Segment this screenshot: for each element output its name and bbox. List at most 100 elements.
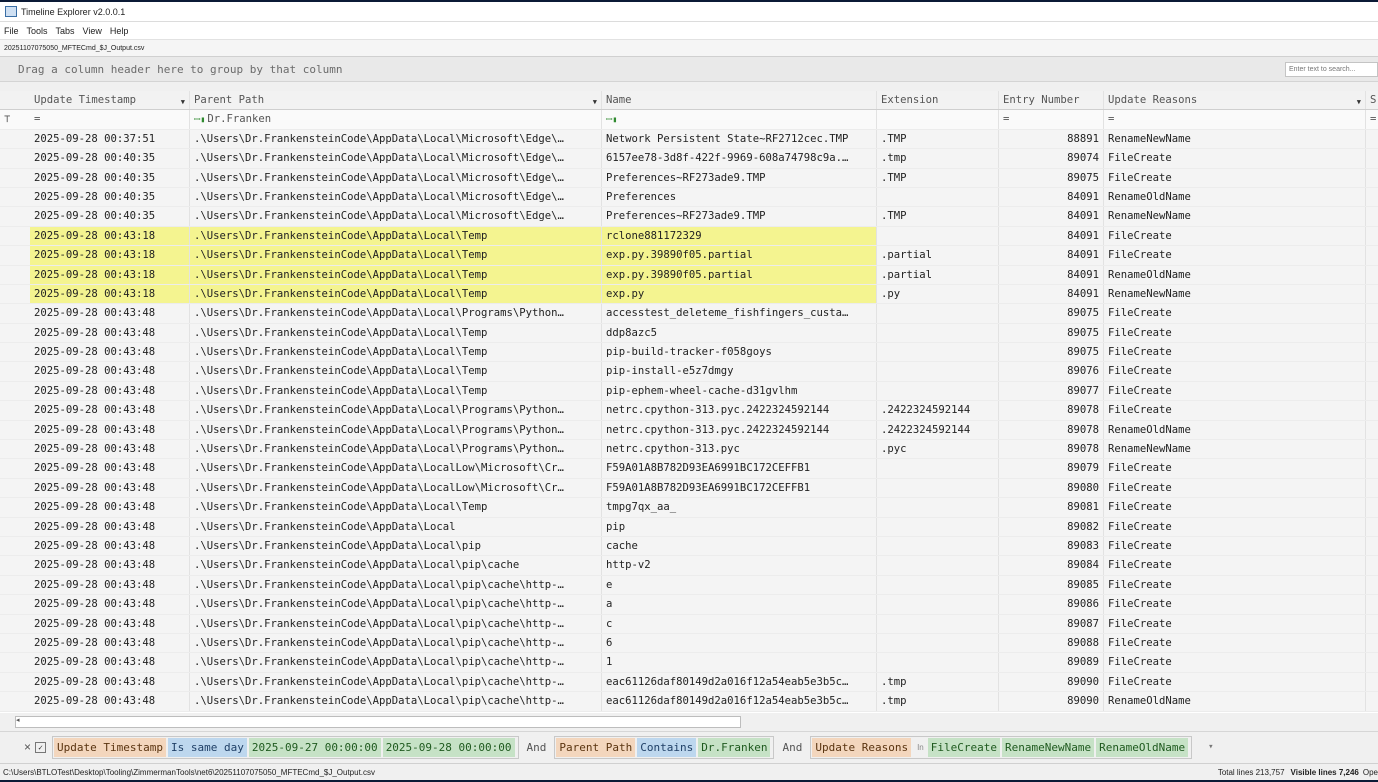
cell-extension[interactable] [877, 362, 999, 381]
cell-extension[interactable] [877, 595, 999, 614]
cell-name[interactable]: Preferences~RF273ade9.TMP [602, 207, 877, 226]
cell-extension[interactable] [877, 575, 999, 595]
cell-entry-number[interactable]: 89081 [999, 498, 1104, 517]
table-row[interactable]: 2025-09-28 00:43:48 .\Users\Dr.Frankenste… [0, 401, 1378, 421]
cell-timestamp[interactable]: 2025-09-28 00:43:48 [30, 653, 190, 672]
row-indicator[interactable] [0, 207, 30, 225]
filter-and-operator[interactable]: And [782, 741, 802, 754]
cell-name[interactable]: exp.py.39890f05.partial [602, 246, 877, 265]
cell-update-reasons[interactable]: FileCreate [1104, 343, 1366, 362]
cell-partial[interactable] [1366, 324, 1378, 342]
cell-extension[interactable]: .tmp [877, 692, 999, 711]
cell-partial[interactable] [1366, 576, 1378, 594]
filter-condition-update-reasons[interactable]: Update Reasons In FileCreate RenameNewNa… [810, 735, 1193, 759]
row-indicator[interactable] [0, 169, 30, 187]
row-indicator[interactable] [0, 149, 30, 167]
cell-parent-path[interactable]: .\Users\Dr.FrankensteinCode\AppData\Loca… [190, 536, 602, 556]
cell-entry-number[interactable]: 84091 [999, 187, 1104, 207]
cell-name[interactable]: netrc.cpython-313.pyc [602, 440, 877, 459]
cell-entry-number[interactable]: 89085 [999, 575, 1104, 595]
cell-timestamp[interactable]: 2025-09-28 00:43:48 [30, 556, 190, 575]
cell-update-reasons[interactable]: FileCreate [1104, 246, 1366, 265]
cell-update-reasons[interactable]: FileCreate [1104, 304, 1366, 323]
table-row[interactable]: 2025-09-28 00:43:48 .\Users\Dr.Frankenste… [0, 304, 1378, 324]
table-row[interactable]: 2025-09-28 00:40:35 .\Users\Dr.Frankenste… [0, 187, 1378, 208]
cell-partial[interactable] [1366, 556, 1378, 574]
cell-entry-number[interactable]: 89077 [999, 381, 1104, 401]
cell-extension[interactable] [877, 556, 999, 575]
cell-parent-path[interactable]: .\Users\Dr.FrankensteinCode\AppData\Loca… [190, 129, 602, 149]
cell-update-reasons[interactable]: FileCreate [1104, 653, 1366, 672]
filter-condition-parent-path[interactable]: Parent Path Contains Dr.Franken [554, 735, 775, 759]
cell-name[interactable]: accesstest_deleteme_fishfingers_custa… [602, 304, 877, 323]
row-indicator[interactable] [0, 130, 30, 148]
filter-value[interactable]: RenameNewName [1001, 737, 1095, 757]
cell-entry-number[interactable]: 89089 [999, 653, 1104, 672]
cell-timestamp[interactable]: 2025-09-28 00:43:48 [30, 401, 190, 420]
cell-name[interactable]: netrc.cpython-313.pyc.2422324592144 [602, 420, 877, 440]
cell-update-reasons[interactable]: FileCreate [1104, 517, 1366, 536]
cell-name[interactable]: 6157ee78-3d8f-422f-9969-608a74798c9a.… [602, 149, 877, 168]
cell-partial[interactable] [1366, 537, 1378, 555]
table-row[interactable]: 2025-09-28 00:43:48 .\Users\Dr.Frankenste… [0, 498, 1378, 518]
cell-parent-path[interactable]: .\Users\Dr.FrankensteinCode\AppData\Loca… [190, 284, 602, 304]
cell-update-reasons[interactable]: FileCreate [1104, 556, 1366, 575]
cell-extension[interactable] [877, 498, 999, 517]
cell-extension[interactable] [877, 304, 999, 323]
cell-timestamp[interactable]: 2025-09-28 00:40:35 [30, 207, 190, 226]
filter-field[interactable]: Update Reasons [812, 737, 912, 757]
cell-name[interactable]: netrc.cpython-313.pyc.2422324592144 [602, 401, 877, 420]
column-header-parent-path[interactable]: Parent Path ▼ [190, 91, 602, 110]
table-row[interactable]: 2025-09-28 00:43:48 .\Users\Dr.Frankenste… [0, 459, 1378, 479]
cell-timestamp[interactable]: 2025-09-28 00:40:35 [30, 187, 190, 207]
cell-entry-number[interactable]: 89078 [999, 440, 1104, 459]
cell-update-reasons[interactable]: FileCreate [1104, 168, 1366, 187]
cell-update-reasons[interactable]: FileCreate [1104, 633, 1366, 653]
cell-parent-path[interactable]: .\Users\Dr.FrankensteinCode\AppData\Loca… [190, 459, 602, 478]
cell-entry-number[interactable]: 89090 [999, 672, 1104, 692]
cell-name[interactable]: F59A01A8B782D93EA6991BC172CEFFB1 [602, 478, 877, 498]
row-indicator[interactable] [0, 673, 30, 691]
cell-name[interactable]: pip-install-e5z7dmgy [602, 362, 877, 381]
cell-parent-path[interactable]: .\Users\Dr.FrankensteinCode\AppData\Loca… [190, 381, 602, 401]
row-indicator[interactable] [0, 440, 30, 458]
table-row[interactable]: 2025-09-28 00:40:35 .\Users\Dr.Frankenste… [0, 168, 1378, 188]
filter-cell-name[interactable]: ꟷ▮ [602, 110, 877, 129]
cell-extension[interactable]: .2422324592144 [877, 420, 999, 440]
column-header-extension[interactable]: Extension [877, 91, 999, 110]
table-row[interactable]: 2025-09-28 00:37:51 .\Users\Dr.Frankenste… [0, 129, 1378, 150]
cell-name[interactable]: Preferences~RF273ade9.TMP [602, 168, 877, 187]
table-row[interactable]: 2025-09-28 00:43:48 .\Users\Dr.Frankenste… [0, 633, 1378, 654]
row-indicator[interactable] [0, 479, 30, 497]
cell-extension[interactable]: .TMP [877, 207, 999, 226]
cell-entry-number[interactable]: 88891 [999, 129, 1104, 149]
cell-partial[interactable] [1366, 440, 1378, 458]
cell-extension[interactable]: .tmp [877, 149, 999, 168]
cell-partial[interactable] [1366, 265, 1378, 284]
cell-entry-number[interactable]: 89075 [999, 343, 1104, 362]
filter-icon[interactable]: ▼ [1357, 93, 1361, 109]
table-row[interactable]: 2025-09-28 00:43:48 .\Users\Dr.Frankenste… [0, 517, 1378, 537]
menu-help[interactable]: Help [110, 26, 129, 36]
cell-update-reasons[interactable]: FileCreate [1104, 323, 1366, 343]
cell-timestamp[interactable]: 2025-09-28 00:43:48 [30, 614, 190, 633]
row-indicator[interactable] [0, 246, 30, 265]
cell-name[interactable]: http-v2 [602, 556, 877, 575]
table-row[interactable]: 2025-09-28 00:43:48 .\Users\Dr.Frankenste… [0, 556, 1378, 576]
menu-file[interactable]: File [4, 26, 19, 36]
cell-timestamp[interactable]: 2025-09-28 00:43:18 [30, 284, 190, 304]
filter-and-operator[interactable]: And [527, 741, 547, 754]
cell-timestamp[interactable]: 2025-09-28 00:43:48 [30, 362, 190, 381]
table-row[interactable]: 2025-09-28 00:43:48 .\Users\Dr.Frankenste… [0, 614, 1378, 634]
cell-timestamp[interactable]: 2025-09-28 00:40:35 [30, 168, 190, 187]
filter-value[interactable]: 2025-09-28 00:00:00 [382, 737, 515, 757]
cell-update-reasons[interactable]: FileCreate [1104, 459, 1366, 478]
cell-extension[interactable] [877, 614, 999, 633]
table-row[interactable]: 2025-09-28 00:43:48 .\Users\Dr.Frankenste… [0, 672, 1378, 693]
cell-timestamp[interactable]: 2025-09-28 00:43:18 [30, 265, 190, 284]
table-row[interactable]: 2025-09-28 00:43:18 .\Users\Dr.Frankenste… [0, 246, 1378, 266]
cell-entry-number[interactable]: 84091 [999, 246, 1104, 265]
cell-update-reasons[interactable]: RenameNewName [1104, 129, 1366, 149]
table-row[interactable]: 2025-09-28 00:43:48 .\Users\Dr.Frankenste… [0, 653, 1378, 673]
cell-partial[interactable] [1366, 246, 1378, 265]
